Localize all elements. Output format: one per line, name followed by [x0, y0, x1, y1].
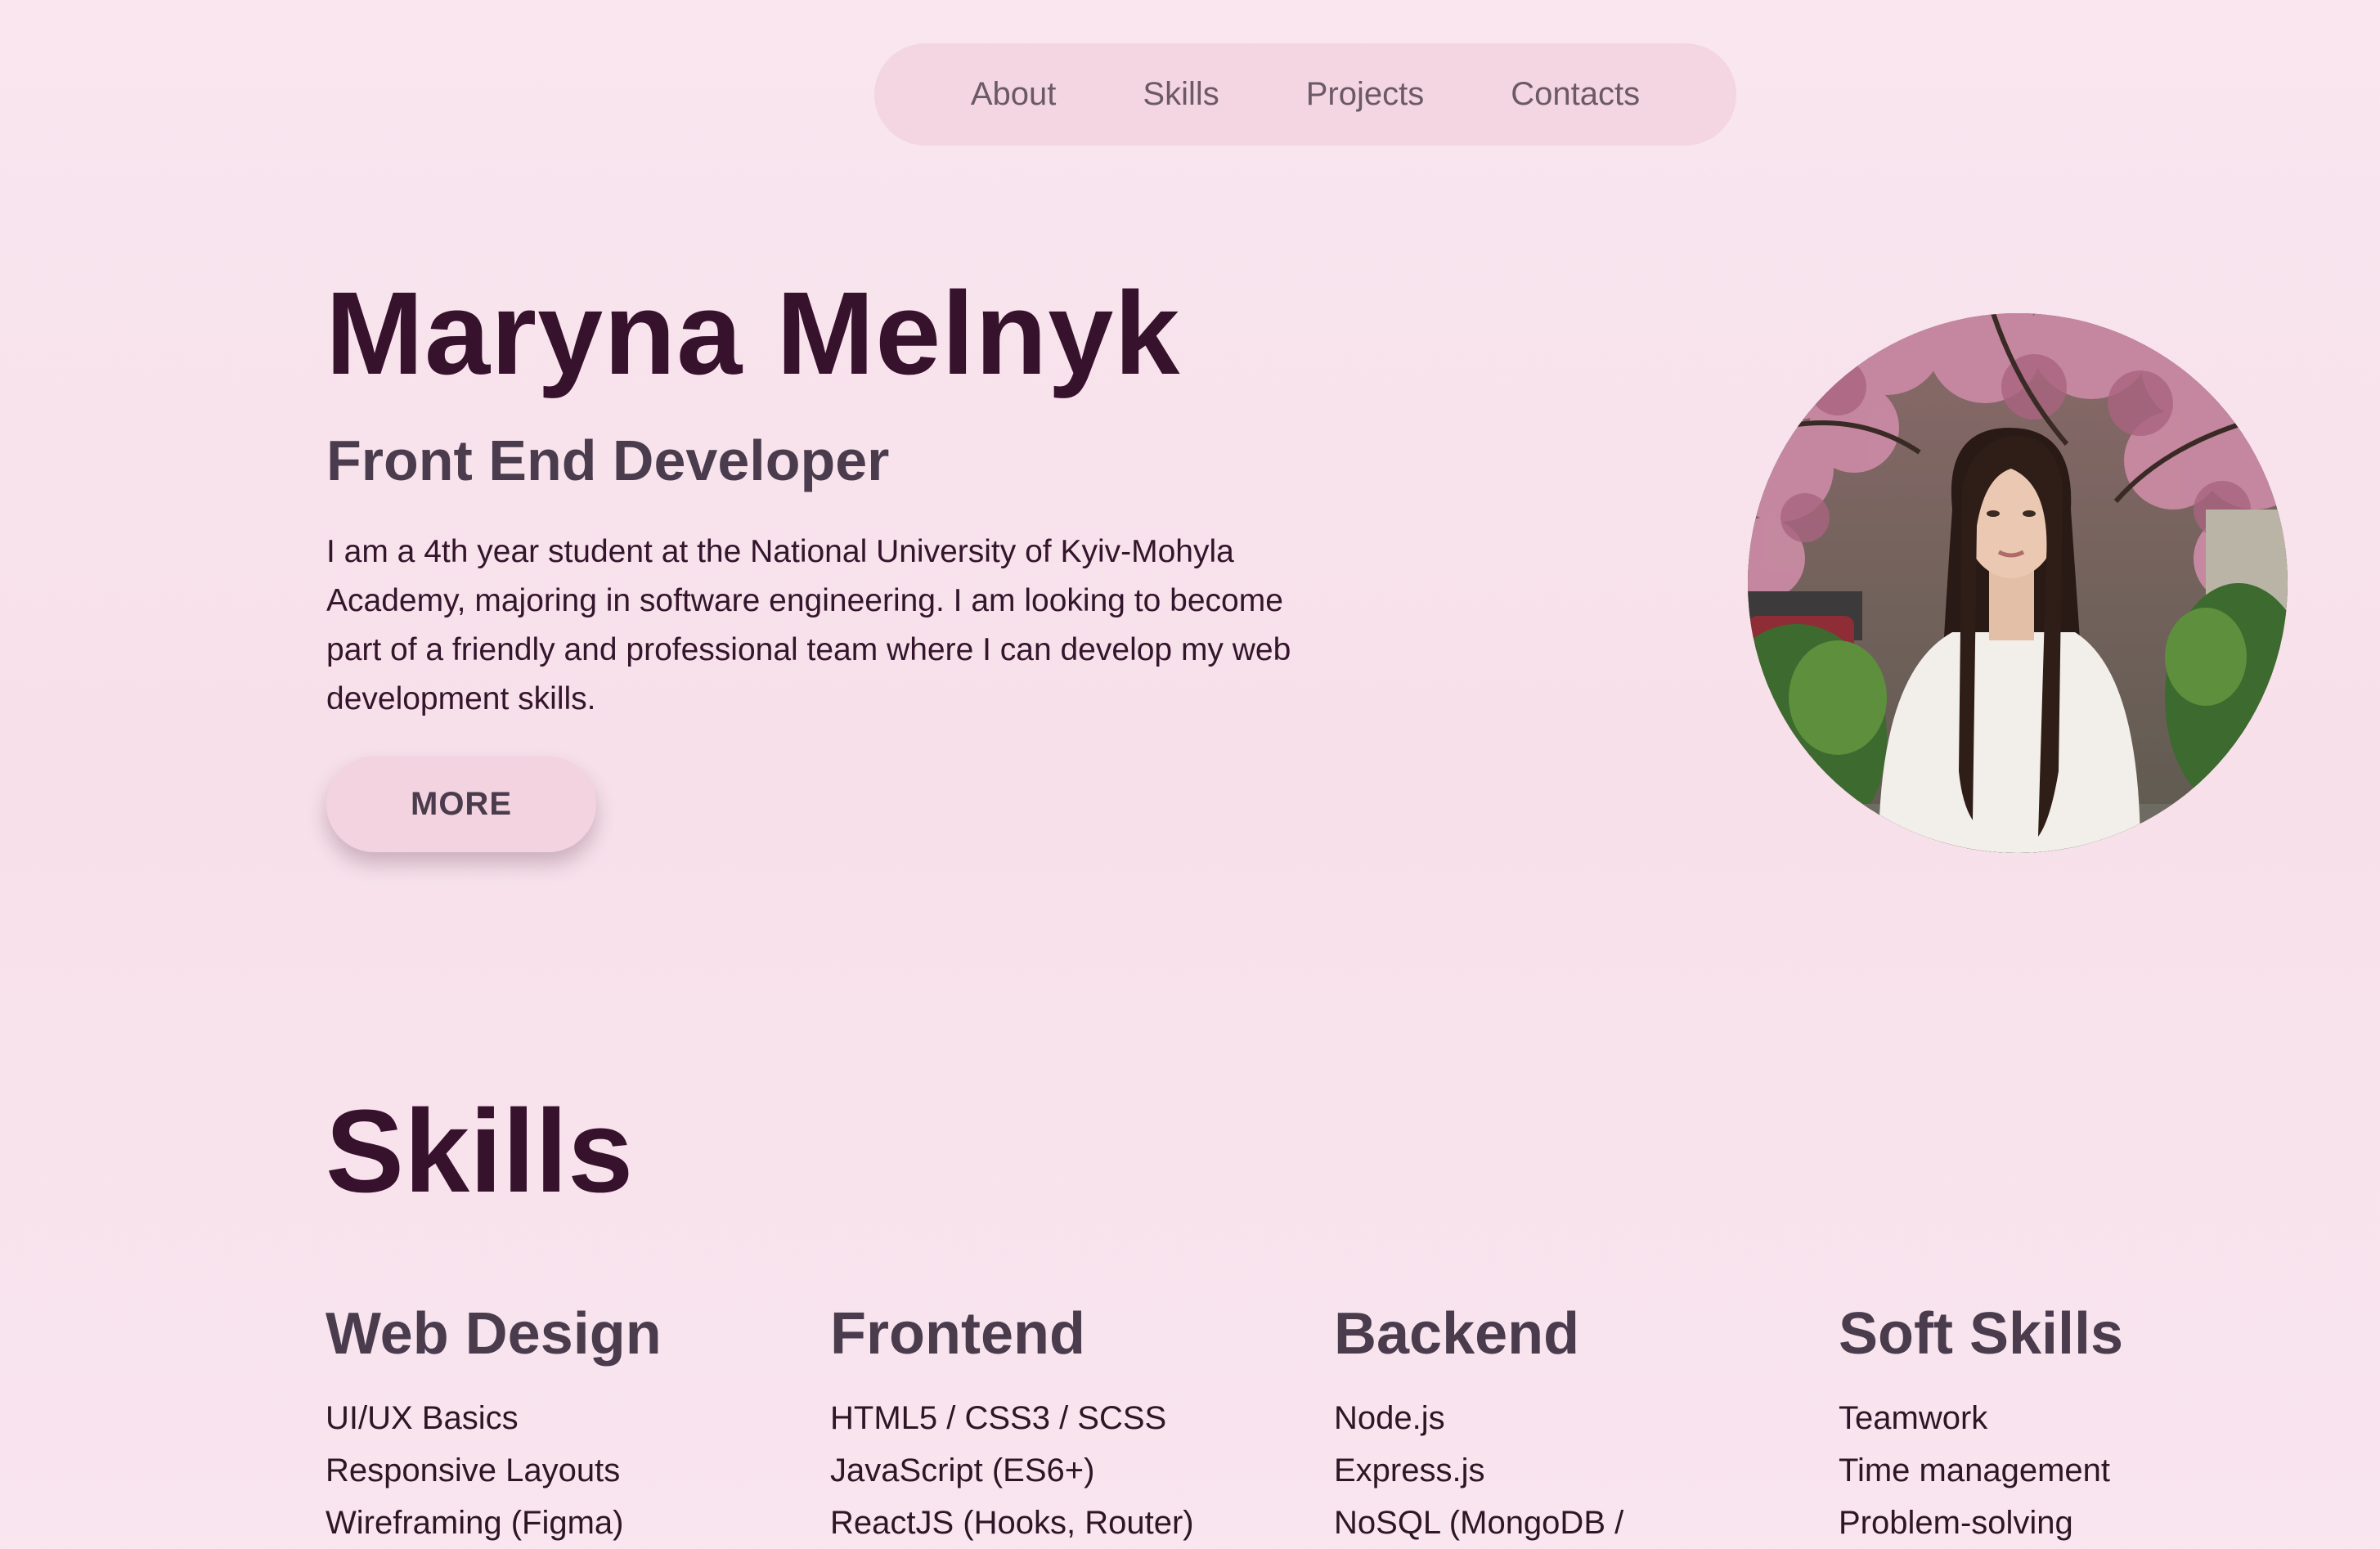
skill-item: Problem-solving: [1839, 1505, 2073, 1541]
nav-link-skills[interactable]: Skills: [1099, 76, 1262, 113]
skill-column-heading: Soft Skills: [1839, 1301, 2124, 1367]
skills-section-title: Skills: [326, 1085, 634, 1217]
profile-photo: [1748, 313, 2288, 853]
skill-item: Express.js: [1334, 1452, 1485, 1488]
skill-item: Teamwork: [1839, 1400, 1988, 1436]
skill-item: Node.js: [1334, 1400, 1445, 1436]
skill-column-frontend: Frontend HTML5 / CSS3 / SCSS JavaScript …: [830, 1300, 1288, 1549]
skill-item: NoSQL (MongoDB /: [1334, 1505, 1624, 1541]
nav-link-contacts[interactable]: Contacts: [1467, 76, 1683, 113]
skill-column-backend: Backend Node.js Express.js NoSQL (MongoD…: [1334, 1300, 1792, 1549]
skill-item: Time management: [1839, 1452, 2110, 1488]
hero-name: Maryna Melnyk: [326, 267, 1181, 399]
more-button[interactable]: MORE: [326, 757, 596, 852]
top-navigation: About Skills Projects Contacts: [874, 43, 1736, 146]
skill-item: JavaScript (ES6+): [830, 1452, 1095, 1488]
profile-photo-illustration: [1748, 313, 2288, 853]
skill-list: Teamwork Time management Problem-solving: [1839, 1392, 2297, 1549]
skill-list: UI/UX Basics Responsive Layouts Wirefram…: [326, 1392, 784, 1549]
skill-item: Responsive Layouts: [326, 1452, 621, 1488]
hero-description: I am a 4th year student at the National …: [326, 534, 1291, 716]
skill-list: HTML5 / CSS3 / SCSS JavaScript (ES6+) Re…: [830, 1392, 1288, 1549]
skill-column-heading: Web Design: [326, 1301, 662, 1367]
skill-list: Node.js Express.js NoSQL (MongoDB /: [1334, 1392, 1792, 1549]
skill-item: UI/UX Basics: [326, 1400, 519, 1436]
skill-column-heading: Backend: [1334, 1301, 1580, 1367]
skill-item: HTML5 / CSS3 / SCSS: [830, 1400, 1167, 1436]
nav-link-about[interactable]: About: [927, 76, 1100, 113]
skill-column-heading: Frontend: [830, 1301, 1085, 1367]
skill-item: Wireframing (Figma): [326, 1505, 624, 1541]
skill-item: ReactJS (Hooks, Router): [830, 1505, 1194, 1541]
skill-column-web-design: Web Design UI/UX Basics Responsive Layou…: [326, 1300, 784, 1549]
hero-role: Front End Developer: [326, 429, 890, 492]
nav-link-projects[interactable]: Projects: [1263, 76, 1468, 113]
skill-column-soft-skills: Soft Skills Teamwork Time management Pro…: [1839, 1300, 2297, 1549]
